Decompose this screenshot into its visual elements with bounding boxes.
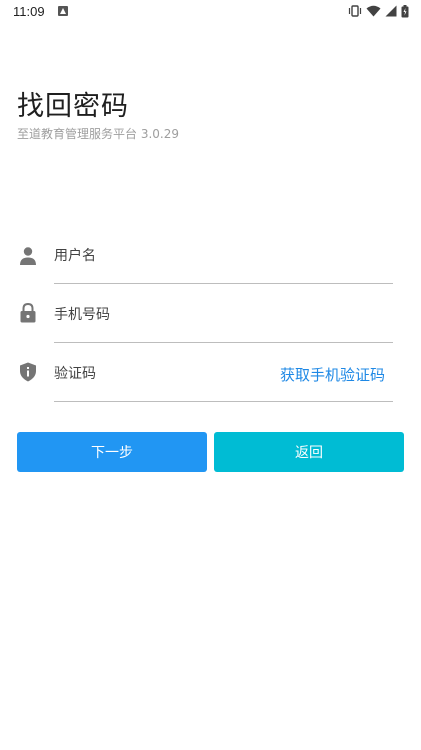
username-field — [0, 242, 421, 292]
signal-icon — [385, 5, 397, 17]
back-button[interactable]: 返回 — [214, 432, 404, 472]
phone-underline — [54, 342, 393, 343]
get-code-button[interactable]: 获取手机验证码 — [280, 364, 385, 385]
forgot-password-screen: 11:09 找回密码 至道教育管理服务平台 3.0.29 用户名 手机号码 验证… — [0, 0, 421, 750]
app-subtitle: 至道教育管理服务平台 3.0.29 — [17, 127, 179, 141]
status-bar: 11:09 — [0, 0, 421, 24]
username-underline — [54, 283, 393, 284]
code-underline — [54, 401, 393, 402]
notification-icon — [58, 6, 68, 16]
vibrate-icon — [348, 5, 362, 17]
next-step-button[interactable]: 下一步 — [17, 432, 207, 472]
person-icon — [20, 247, 36, 265]
code-field: 获取手机验证码 — [0, 360, 421, 410]
page-title: 找回密码 — [17, 91, 129, 122]
lock-icon — [20, 303, 36, 323]
username-input[interactable] — [54, 242, 254, 270]
battery-icon — [401, 4, 409, 17]
wifi-icon — [366, 5, 381, 17]
code-input[interactable] — [54, 360, 254, 388]
status-icons — [348, 4, 409, 18]
status-time: 11:09 — [13, 4, 45, 19]
shield-icon — [20, 362, 36, 382]
phone-input[interactable] — [54, 301, 254, 329]
phone-field — [0, 301, 421, 351]
